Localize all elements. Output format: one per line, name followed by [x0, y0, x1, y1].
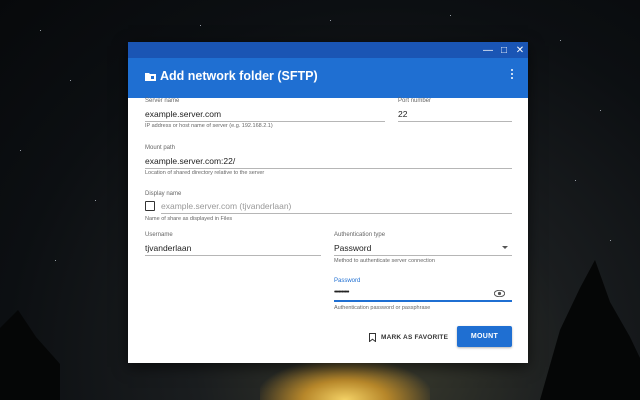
mount-path-input[interactable]: example.server.com:22/ — [145, 156, 235, 166]
username-label: Username — [145, 232, 173, 238]
username-underline — [145, 255, 321, 256]
maximize-icon[interactable]: □ — [496, 42, 512, 58]
more-options-icon[interactable] — [509, 68, 515, 82]
display-name-input[interactable]: example.server.com (tjvanderlaan) — [161, 201, 291, 211]
port-input[interactable]: 22 — [398, 109, 407, 119]
auth-type-underline — [334, 255, 512, 256]
minimize-icon[interactable]: — — [480, 42, 496, 58]
display-name-checkbox[interactable] — [145, 201, 155, 211]
bookmark-icon — [369, 332, 376, 342]
password-hint: Authentication password or passphrase — [334, 305, 431, 311]
network-folder-icon — [145, 73, 156, 81]
mount-path-hint: Location of shared directory relative to… — [145, 170, 265, 176]
server-name-input[interactable]: example.server.com — [145, 109, 221, 119]
username-input[interactable]: tjvanderlaan — [145, 243, 191, 253]
mount-path-label: Mount path — [145, 145, 176, 151]
mark-as-favorite-label: MARK AS FAVORITE — [381, 333, 449, 341]
password-underline — [334, 300, 512, 302]
port-underline — [398, 121, 512, 122]
window-titlebar: — □ ✕ — [128, 42, 528, 58]
display-name-label: Display name — [145, 191, 182, 197]
mount-button[interactable]: MOUNT — [457, 326, 512, 347]
dialog-form: Server name example.server.com IP addres… — [128, 98, 528, 363]
add-network-folder-dialog: — □ ✕ Add network folder (SFTP) Server n… — [128, 42, 528, 363]
password-input[interactable]: •••••••••• — [334, 289, 349, 296]
close-icon[interactable]: ✕ — [512, 42, 528, 58]
display-name-hint: Name of share as displayed in Files — [145, 216, 233, 222]
eye-icon[interactable] — [494, 290, 505, 297]
display-name-underline — [161, 213, 512, 214]
auth-type-hint: Method to authenticate server connection — [334, 258, 435, 264]
server-name-hint: IP address or host name of server (e.g. … — [145, 123, 273, 129]
mark-as-favorite-button[interactable]: MARK AS FAVORITE — [369, 330, 448, 344]
mount-path-underline — [145, 168, 512, 169]
chevron-down-icon[interactable] — [502, 246, 508, 249]
server-name-underline — [145, 121, 385, 122]
auth-type-label: Authentication type — [334, 232, 386, 238]
dialog-header: Add network folder (SFTP) — [128, 58, 528, 98]
password-label: Password — [334, 278, 361, 284]
auth-type-select[interactable]: Password — [334, 243, 371, 253]
server-name-label: Server name — [145, 98, 180, 104]
dialog-title: Add network folder (SFTP) — [160, 69, 318, 83]
port-label: Port number — [398, 98, 432, 104]
